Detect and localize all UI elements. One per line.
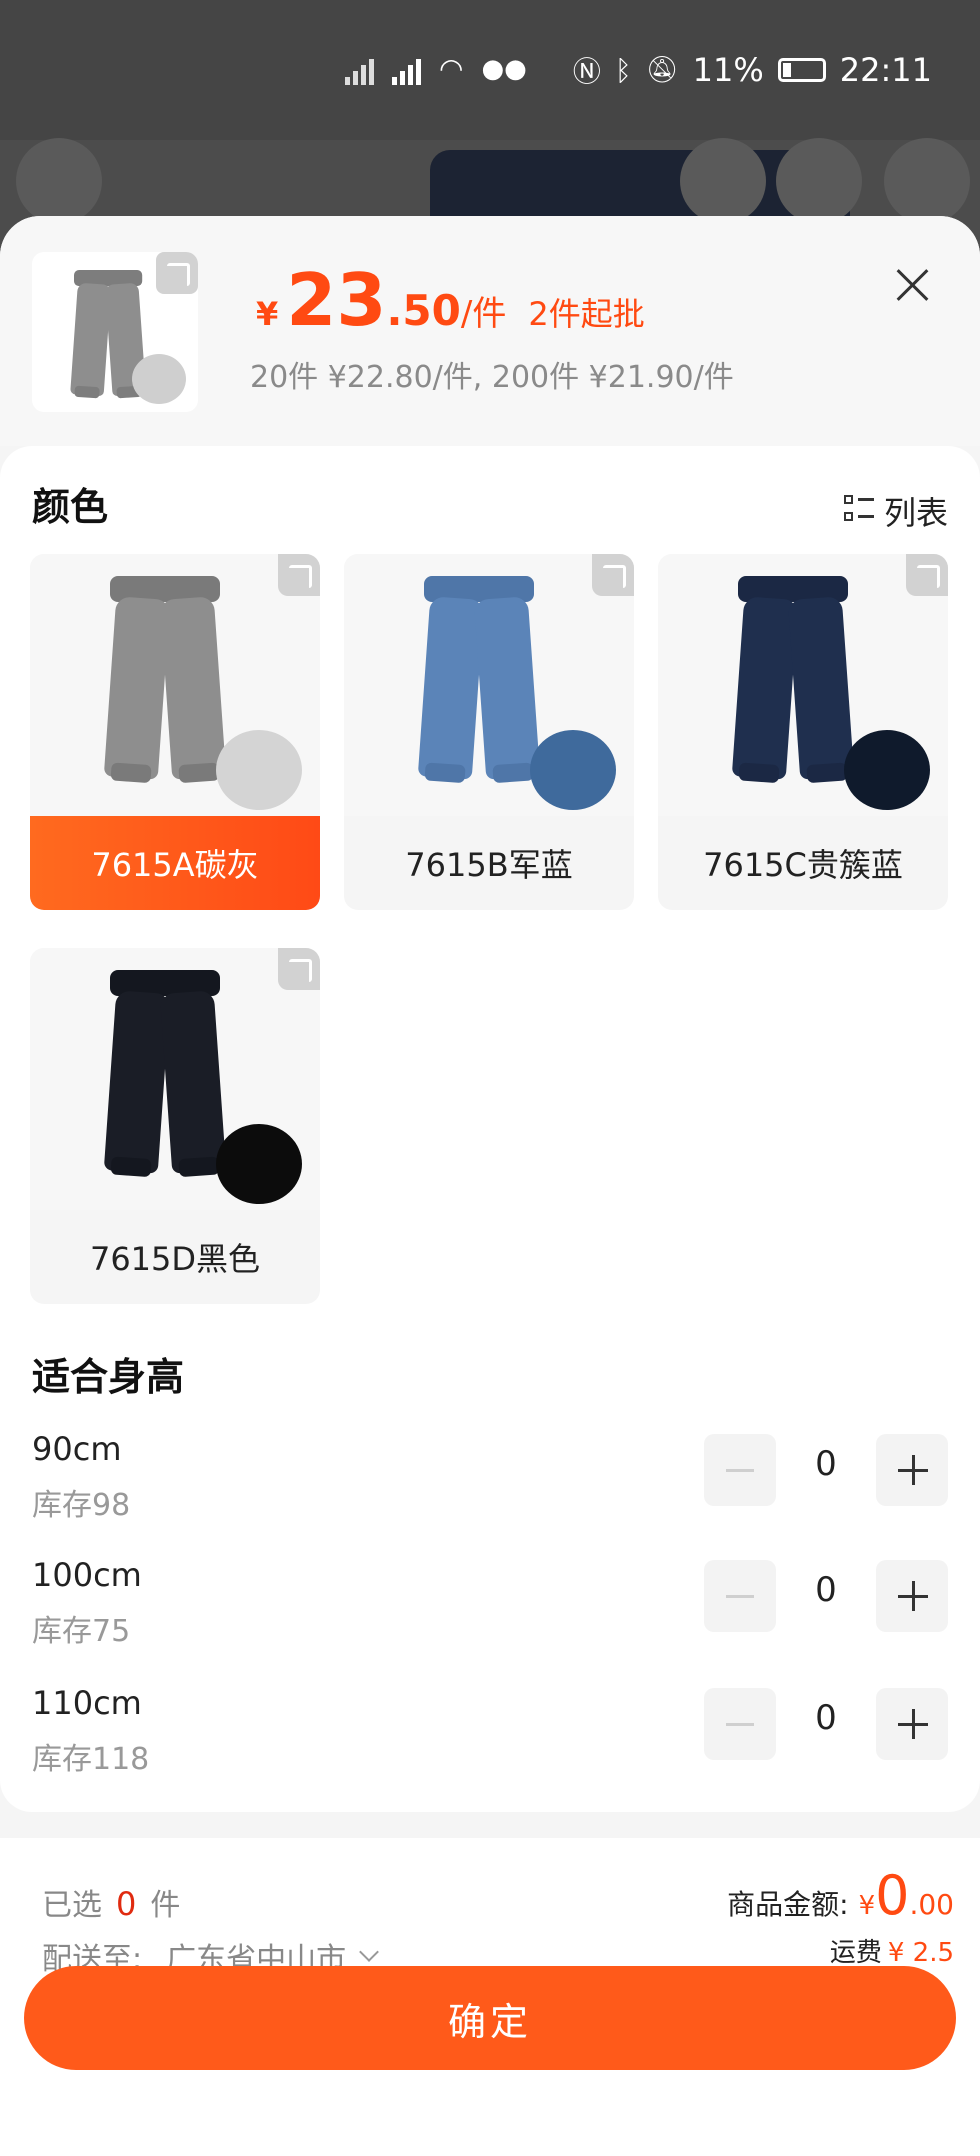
expand-icon[interactable] (592, 554, 634, 596)
amount-decimal: .00 (909, 1888, 954, 1921)
amount-integer: 0 (875, 1864, 910, 1927)
price-row: ¥ 23 .50 /件 2件起批 (256, 258, 645, 342)
freight-line: 运费 ¥ 2.5 (830, 1932, 954, 1969)
wechat-icon: ●● (481, 53, 527, 84)
price-tiers: 20件 ¥22.80/件, 200件 ¥21.90/件 (250, 360, 734, 395)
color-option-7615b[interactable]: 7615B军蓝 (344, 554, 634, 910)
mute-icon: 🔕︎ (645, 55, 679, 85)
confirm-button[interactable]: 确定 (24, 1966, 956, 2070)
color-option-image (658, 554, 948, 816)
signal-icon (392, 53, 421, 85)
background-back-button (16, 138, 102, 224)
battery-icon (777, 58, 826, 82)
color-section-title: 颜色 (32, 485, 109, 529)
selected-count-line: 已选 0 件 (42, 1880, 180, 1924)
status-icons-right: Ⓝ ᛒ 🔕︎ 11% 22:11 (573, 50, 932, 90)
decrement-button[interactable] (704, 1688, 776, 1760)
background-more-button (884, 138, 970, 224)
color-option-label: 7615B军蓝 (405, 846, 573, 884)
decrement-button[interactable] (704, 1434, 776, 1506)
list-toggle-label: 列表 (883, 494, 948, 532)
amount-currency: ¥ (858, 1891, 876, 1921)
expand-icon[interactable] (278, 948, 320, 990)
selected-suffix: 件 (150, 1888, 181, 1923)
size-name: 100cm (32, 1556, 142, 1594)
order-footer: 已选 0 件 配送至: 广东省中山市 商品金额: ¥ 0 .00 运费 ¥ 2.5 确… (0, 1838, 980, 2156)
color-option-image (30, 554, 320, 816)
pants-image (103, 970, 227, 1180)
expand-icon[interactable] (906, 554, 948, 596)
quantity-value[interactable]: 0 (776, 1444, 876, 1484)
size-stock: 库存118 (32, 1742, 150, 1777)
pants-image (103, 576, 227, 786)
amount-label: 商品金额: (727, 1888, 849, 1921)
chevron-down-icon (359, 1942, 380, 1962)
close-icon[interactable] (886, 258, 940, 312)
color-option-label: 7615C贵簇蓝 (703, 846, 903, 884)
amount-line: 商品金额: ¥ 0 .00 (727, 1864, 954, 1927)
decrement-button[interactable] (704, 1560, 776, 1632)
signal-icon (345, 53, 374, 85)
pants-image (731, 576, 855, 786)
fleece-swatch (132, 354, 186, 404)
size-section-title: 适合身高 (32, 1355, 185, 1399)
nfc-icon: Ⓝ (572, 55, 601, 88)
fleece-swatch (530, 730, 616, 810)
freight-label: 运费 (829, 1938, 882, 1968)
list-view-toggle[interactable]: 列表 (843, 488, 948, 534)
quantity-value[interactable]: 0 (776, 1698, 876, 1738)
bluetooth-icon: ᛒ (614, 53, 632, 87)
pants-image (417, 576, 541, 786)
increment-button[interactable] (876, 1688, 948, 1760)
sheet-content: 颜色 列表 7615A碳灰 7615B军蓝 7615C贵簇蓝 7615D黑色 适… (0, 446, 980, 1812)
selected-count: 0 (116, 1885, 137, 1923)
increment-button[interactable] (876, 1560, 948, 1632)
quantity-value[interactable]: 0 (776, 1570, 876, 1610)
increment-button[interactable] (876, 1434, 948, 1506)
fleece-swatch (216, 1124, 302, 1204)
price-unit: /件 (460, 294, 507, 334)
fleece-swatch (216, 730, 302, 810)
color-option-7615c[interactable]: 7615C贵簇蓝 (658, 554, 948, 910)
color-option-image (344, 554, 634, 816)
product-thumbnail[interactable] (32, 252, 198, 412)
status-icons-left: ◠ ●● (345, 52, 527, 85)
clock: 22:11 (839, 51, 932, 89)
background-cart-button (680, 138, 766, 224)
size-stock: 库存75 (32, 1614, 131, 1649)
expand-icon[interactable] (278, 554, 320, 596)
battery-percent: 11% (692, 51, 764, 89)
currency-symbol: ¥ (256, 295, 279, 333)
expand-icon[interactable] (156, 252, 198, 294)
fleece-swatch (844, 730, 930, 810)
size-name: 110cm (32, 1684, 142, 1722)
color-option-7615a[interactable]: 7615A碳灰 (30, 554, 320, 910)
freight-value: ¥ 2.5 (887, 1938, 954, 1968)
minimum-order: 2件起批 (528, 295, 645, 333)
list-icon (843, 495, 874, 527)
size-name: 90cm (32, 1430, 122, 1468)
sheet-header: ¥ 23 .50 /件 2件起批 20件 ¥22.80/件, 200件 ¥21.… (0, 216, 980, 446)
color-option-7615d[interactable]: 7615D黑色 (30, 948, 320, 1304)
color-option-label: 7615D黑色 (89, 1240, 261, 1278)
size-row-100cm: 100cm 库存75 0 (32, 1556, 948, 1656)
selected-prefix: 已选 (42, 1888, 102, 1923)
size-row-90cm: 90cm 库存98 0 (32, 1430, 948, 1530)
status-bar: ◠ ●● Ⓝ ᛒ 🔕︎ 11% 22:11 (0, 0, 980, 140)
color-option-image (30, 948, 320, 1210)
background-share-button (776, 138, 862, 224)
wifi-icon: ◠ (439, 52, 464, 85)
size-stock: 库存98 (32, 1488, 131, 1523)
size-row-110cm: 110cm 库存118 0 (32, 1684, 948, 1784)
price-integer: 23 (286, 258, 387, 342)
price-decimal: .50 (386, 286, 461, 335)
color-option-label: 7615A碳灰 (30, 816, 320, 910)
